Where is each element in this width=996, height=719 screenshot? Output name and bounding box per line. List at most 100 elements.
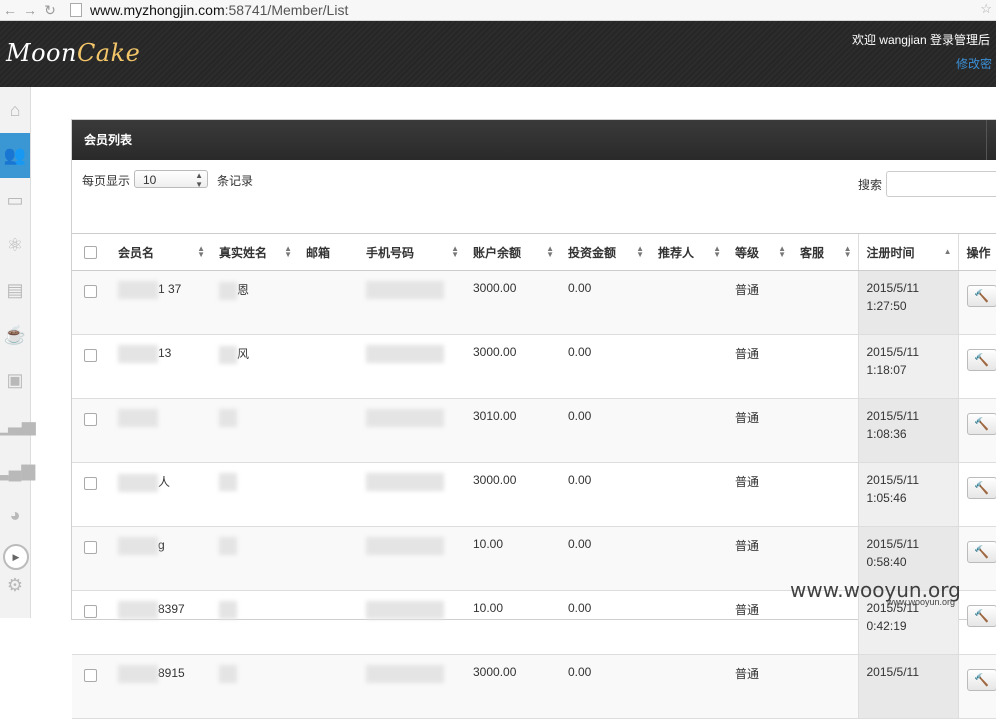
table-row: 13风3000.000.00普通2015/5/111:18:07🔨 — [72, 335, 996, 399]
cell-phone — [358, 527, 465, 591]
edit-button[interactable]: 🔨 — [967, 669, 996, 691]
col-header-referrer[interactable]: 推荐人▲▼ — [650, 234, 727, 271]
cell-actions: 🔨 — [958, 655, 996, 719]
edit-button[interactable]: 🔨 — [967, 285, 996, 307]
table-row: 人3000.000.00普通2015/5/111:05:46🔨 — [72, 463, 996, 527]
edit-button[interactable]: 🔨 — [967, 605, 996, 627]
col-header-realname[interactable]: 真实姓名▲▼ — [211, 234, 298, 271]
table-row: 3010.000.00普通2015/5/111:08:36🔨 — [72, 399, 996, 463]
col-header-email[interactable]: 邮箱 — [298, 234, 358, 271]
cell-actions: 🔨 — [958, 463, 996, 527]
hammer-icon: 🔨 — [974, 289, 989, 303]
row-checkbox[interactable] — [84, 541, 97, 554]
cell-regtime: 2015/5/111:27:50 — [858, 271, 958, 335]
redacted-block — [219, 665, 237, 683]
member-list-panel: 会员列表 每页显示 10 ▲▼ 条记录 搜索 会员名▲▼ 真实姓名▲▼ 邮箱 手… — [71, 119, 996, 620]
cell-level: 普通 — [727, 463, 792, 527]
edit-button[interactable]: 🔨 — [967, 477, 996, 499]
sidebar-item-members[interactable]: 👥 — [0, 133, 30, 178]
row-checkbox[interactable] — [84, 413, 97, 426]
cell-email — [298, 399, 358, 463]
table-row: 89153000.000.00普通2015/5/11🔨 — [72, 655, 996, 719]
bookmark-star-icon[interactable]: ☆ — [980, 1, 992, 17]
page-length-select[interactable]: 10 ▲▼ — [134, 170, 208, 188]
reload-icon[interactable]: ↻ — [40, 2, 60, 19]
col-header-invest[interactable]: 投资金额▲▼ — [560, 234, 650, 271]
cell-referrer — [650, 591, 727, 655]
redacted-block — [118, 537, 158, 555]
edit-button[interactable]: 🔨 — [967, 541, 996, 563]
cell-username: 8397 — [110, 591, 211, 655]
row-checkbox[interactable] — [84, 605, 97, 618]
redacted-block — [118, 281, 158, 299]
sort-icon: ▲▼ — [844, 246, 852, 258]
sidebar-item-atom[interactable]: ⚛ — [0, 223, 30, 268]
sidebar-item-inbox[interactable]: ▭ — [0, 178, 30, 223]
cell-realname: 恩 — [211, 271, 298, 335]
back-icon[interactable]: ← — [0, 2, 20, 18]
cell-invest: 0.00 — [560, 527, 650, 591]
cell-username: 1 37 — [110, 271, 211, 335]
row-checkbox[interactable] — [84, 349, 97, 362]
search-input[interactable] — [886, 171, 996, 197]
logo-moon: Moon — [6, 39, 77, 67]
redacted-block — [219, 282, 237, 300]
cell-email — [298, 655, 358, 719]
search-label: 搜索 — [858, 176, 882, 193]
sidebar-item-stats[interactable]: ▁▃▅ — [0, 403, 30, 448]
col-header-phone[interactable]: 手机号码▲▼ — [358, 234, 465, 271]
cell-invest: 0.00 — [560, 591, 650, 655]
col-header-service[interactable]: 客服▲▼ — [792, 234, 858, 271]
cell-email — [298, 335, 358, 399]
bar-chart-icon: ▂▄▆ — [0, 460, 35, 481]
redacted-block — [219, 537, 237, 555]
table-row: 1 37恩3000.000.00普通2015/5/111:27:50🔨 — [72, 271, 996, 335]
sidebar-item-pie[interactable]: ◕ — [0, 493, 30, 538]
sidebar-item-news[interactable]: ▤ — [0, 268, 30, 313]
redacted-block — [118, 345, 158, 363]
page-length-suffix: 条记录 — [217, 172, 253, 189]
hammer-icon: 🔨 — [974, 609, 989, 623]
cell-regtime: 2015/5/11 — [858, 655, 958, 719]
sidebar-collapse-toggle[interactable]: ▶ — [3, 544, 29, 570]
url-host: www.myzhongjin.com — [90, 2, 225, 18]
redacted-block — [118, 665, 158, 683]
sidebar-item-stats-2[interactable]: ▂▄▆ — [0, 448, 30, 493]
cell-regtime: 2015/5/111:18:07 — [858, 335, 958, 399]
url-path: :58741/Member/List — [225, 2, 349, 18]
logo[interactable]: MoonCake — [6, 39, 140, 67]
cell-level: 普通 — [727, 271, 792, 335]
cell-username: 人 — [110, 463, 211, 527]
page-icon — [70, 3, 82, 17]
cell-referrer — [650, 335, 727, 399]
redacted-block — [118, 601, 158, 619]
sidebar-item-settings[interactable]: ⚙ — [0, 570, 30, 600]
cell-balance: 10.00 — [465, 527, 560, 591]
cell-actions: 🔨 — [958, 335, 996, 399]
row-checkbox[interactable] — [84, 669, 97, 682]
sidebar: ⌂ 👥 ▭ ⚛ ▤ ☕ ▣ ▁▃▅ ▂▄▆ ◕ ▶ ⚙ — [0, 87, 31, 618]
modify-password-link[interactable]: 修改密 — [956, 55, 992, 72]
sidebar-item-coffee[interactable]: ☕ — [0, 313, 30, 358]
sort-icon: ▲▼ — [546, 246, 554, 258]
welcome-text: 欢迎 wangjian 登录管理后 — [852, 31, 990, 48]
sidebar-item-briefcase[interactable]: ▣ — [0, 358, 30, 403]
forward-icon[interactable]: → — [20, 2, 40, 18]
edit-button[interactable]: 🔨 — [967, 349, 996, 371]
address-bar[interactable]: www.myzhongjin.com :58741/Member/List — [70, 2, 348, 18]
cell-level: 普通 — [727, 335, 792, 399]
edit-button[interactable]: 🔨 — [967, 413, 996, 435]
sort-icon: ▲▼ — [778, 246, 786, 258]
select-all-checkbox[interactable] — [84, 246, 97, 259]
col-header-level[interactable]: 等级▲▼ — [727, 234, 792, 271]
cell-service — [792, 463, 858, 527]
cell-username: g — [110, 527, 211, 591]
sidebar-item-home[interactable]: ⌂ — [0, 88, 30, 133]
col-header-regtime[interactable]: 注册时间▲ — [858, 234, 958, 271]
col-header-balance[interactable]: 账户余额▲▼ — [465, 234, 560, 271]
row-checkbox[interactable] — [84, 477, 97, 490]
play-icon: ▶ — [13, 552, 20, 563]
col-header-username[interactable]: 会员名▲▼ — [110, 234, 211, 271]
redacted-block — [366, 665, 444, 683]
row-checkbox[interactable] — [84, 285, 97, 298]
